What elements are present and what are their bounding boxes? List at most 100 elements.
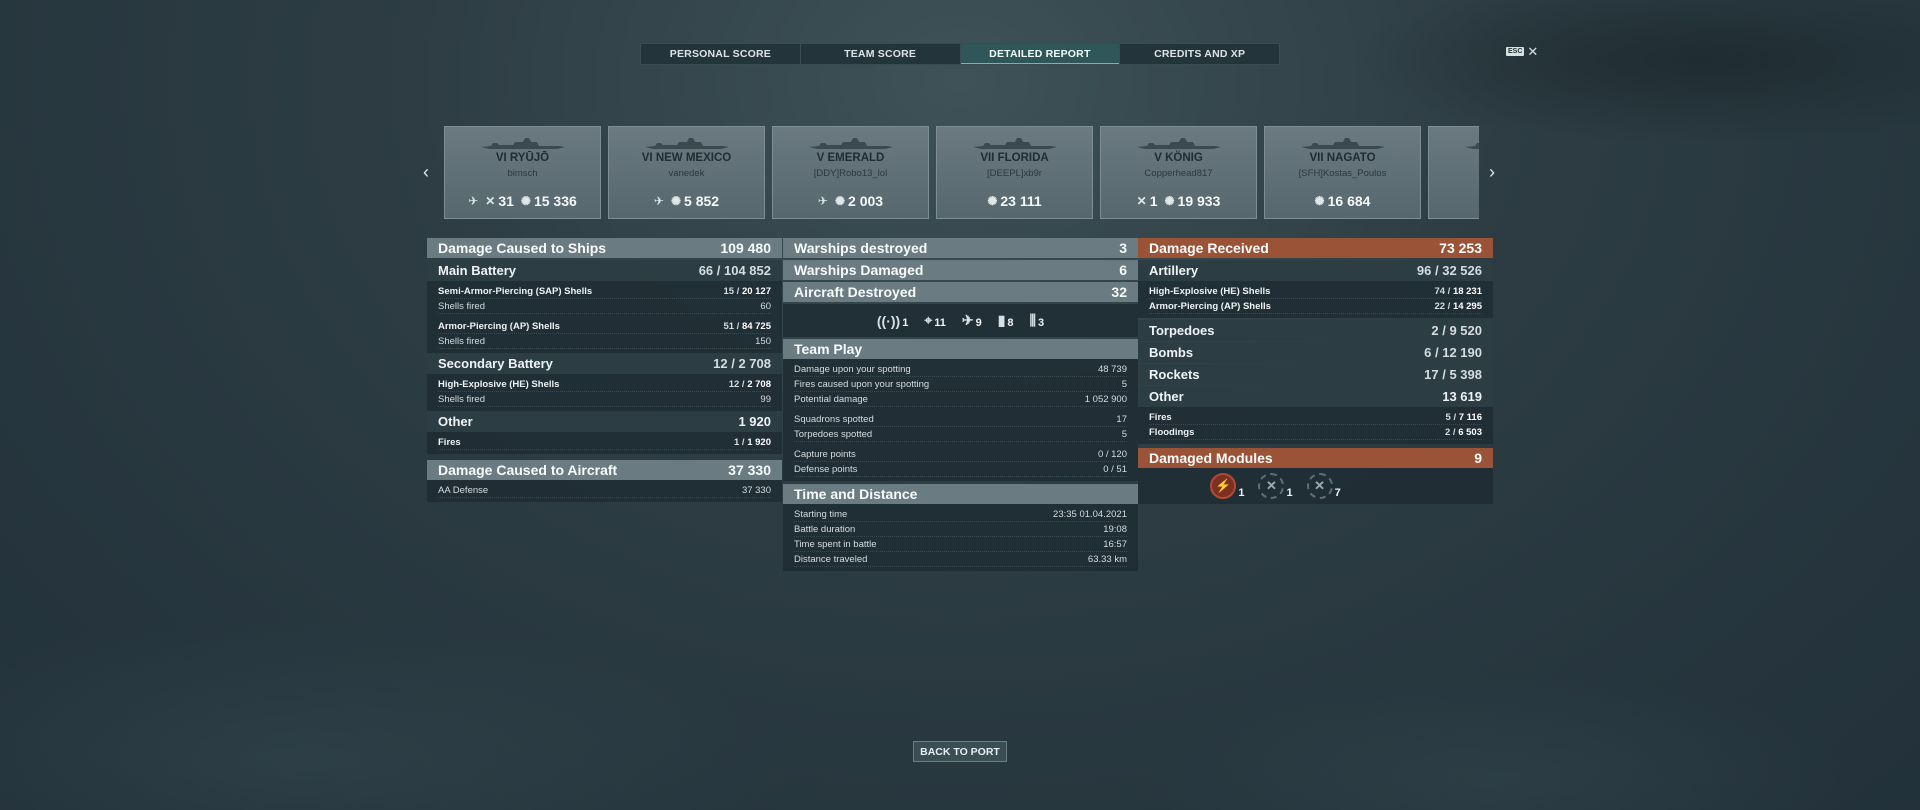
torpedoes-row: Torpedoes 2 / 9 520 <box>1138 320 1493 341</box>
damage-icon: ✺ <box>520 194 531 208</box>
turret-module-icon: ✕ <box>1306 473 1333 499</box>
ship-silhouette-icon <box>809 138 893 149</box>
ship-stat: ✺ 5 852 <box>671 193 719 209</box>
ship-stat-value: 15 336 <box>533 193 577 209</box>
stat-row: Potential damage 1 052 900 <box>794 392 1127 407</box>
other-damage-details: Fires 1 / 1 920 <box>427 432 782 454</box>
aircraft-icon: ✈ <box>653 194 664 208</box>
player-name: bimsch <box>507 168 538 179</box>
damaged-module: ✕ 7 <box>1306 473 1341 499</box>
damage-caused-panel: Damage Caused to Ships 109 480 Main Batt… <box>427 238 782 502</box>
stat-label: Starting time <box>794 508 848 520</box>
time-distance-header: Time and Distance <box>783 484 1138 504</box>
other-damage-row: Other 1 920 <box>427 411 782 432</box>
ribbon-count: 11 <box>934 317 946 329</box>
damage-icon: ✺ <box>670 194 682 208</box>
ship-stat: ✕ 1 <box>1137 193 1158 209</box>
ship-stat-value: 23 111 <box>1000 193 1042 209</box>
ribbon-count: 8 <box>1007 317 1014 329</box>
artillery-row: Artillery 96 / 32 526 <box>1138 260 1493 281</box>
stat-row: Squadrons spotted 17 <box>794 412 1127 427</box>
ship-stat: ✺ 15 336 <box>521 193 577 209</box>
team-play-header: Team Play <box>783 339 1138 359</box>
battle-summary-panel: Warships destroyed 3 Warships Damaged 6 Ai… <box>783 238 1138 571</box>
ribbon-count: 3 <box>1038 317 1045 329</box>
ship-silhouette-icon <box>1137 138 1221 149</box>
ship-card[interactable] <box>1428 126 1479 219</box>
damage-received-header: Damage Received 73 253 <box>1138 238 1493 258</box>
stat-value: 5 <box>1121 428 1127 440</box>
floodings-row: Floodings 2 / 6 503 <box>1149 425 1482 440</box>
ship-stats: ✕ 1 ✺ 19 933 <box>1107 193 1250 209</box>
carousel-prev-arrow[interactable]: ‹ <box>416 162 436 183</box>
secondary-battery-row: Secondary Battery 12 / 2 708 <box>427 353 782 374</box>
ship-name: VI RYŪJŌ <box>495 152 550 164</box>
ship-carousel: VI RYŪJŌ bimsch ✈ ✕ 31 ✺ 15 336 VI NEW MEXICO va… <box>444 126 1479 219</box>
fires-row: Fires 1 / 1 920 <box>438 435 771 450</box>
ship-silhouette-icon <box>645 138 729 149</box>
ship-name: VII FLORIDA <box>980 152 1049 164</box>
he-shells-row: High-Explosive (HE) Shells 12 / 2 708 <box>438 377 771 392</box>
close-button[interactable]: ESC ✕ <box>1506 45 1538 58</box>
ship-card[interactable]: VI NEW MEXICO vanedek ✈ ✺ 5 852 <box>608 126 765 219</box>
stat-value: 16:57 <box>1103 538 1127 550</box>
esc-key-icon: ESC <box>1506 47 1525 56</box>
ship-name: V KÖNIG <box>1154 152 1203 164</box>
ship-stat: ✺ 23 111 <box>987 193 1041 209</box>
ap-shells-row: Armor-Piercing (AP) Shells 51 / 84 725 <box>438 319 771 334</box>
stat-value: 63.33 km <box>1087 553 1127 565</box>
damaged-modules-row: ⚡ 1 ✕ 1 ✕ 7 <box>1138 468 1493 504</box>
stat-value: 17 <box>1116 413 1127 425</box>
plane-kill-icon: ✕ <box>485 194 496 208</box>
damage-aircraft-header: Damage Caused to Aircraft 37 330 <box>427 460 782 480</box>
ship-stats: ✈ ✺ 2 003 <box>779 193 922 209</box>
artillery-details: High-Explosive (HE) Shells 74 / 18 231 A… <box>1138 281 1493 318</box>
aa-defense-details: AA Defense 37 330 <box>427 480 782 502</box>
tab-team-score[interactable]: TEAM SCORE <box>800 44 961 64</box>
ribbon-item: ✈ 9 <box>962 312 982 329</box>
stat-label: Capture points <box>794 448 856 460</box>
ship-card[interactable]: V EMERALD [DDY]Robo13_lol ✈ ✺ 2 003 <box>772 126 929 219</box>
aa-defense-row: AA Defense 37 330 <box>438 483 771 498</box>
ship-stat-value: 16 684 <box>1327 193 1371 209</box>
back-to-port-button[interactable]: BACK TO PORT <box>913 741 1007 762</box>
damage-received-panel: Damage Received 73 253 Artillery 96 / 32 … <box>1138 238 1493 504</box>
stat-label: Time spent in battle <box>794 538 877 550</box>
stat-label: Torpedoes spotted <box>794 428 873 440</box>
ribbon-item: ((·)) 1 <box>877 313 908 329</box>
ship-stat-value: 5 852 <box>684 193 720 209</box>
received-other-details: Fires 5 / 7 116 Floodings 2 / 6 503 <box>1138 407 1493 444</box>
module-count: 1 <box>1238 487 1245 499</box>
aircraft-icon: ✈ <box>817 194 828 208</box>
tab-detailed-report[interactable]: DETAILED REPORT <box>960 44 1121 64</box>
damage-icon: ✺ <box>1164 194 1175 208</box>
damaged-module: ✕ 1 <box>1258 473 1293 499</box>
received-other-row: Other 13 619 <box>1138 386 1493 407</box>
ship-stats: ✺ 23 111 <box>943 193 1086 209</box>
carousel-next-arrow[interactable]: › <box>1482 162 1502 183</box>
ship-card[interactable]: VII FLORIDA [DEEPL]xb9r ✺ 23 111 <box>936 126 1093 219</box>
tab-personal-score[interactable]: PERSONAL SCORE <box>641 44 801 64</box>
ship-card[interactable]: VII NAGATO [SFH]Kostas_Poulos ✺ 16 684 <box>1264 126 1421 219</box>
ship-stat: ✺ 16 684 <box>1315 193 1371 209</box>
ship-stats: ✺ 16 684 <box>1271 193 1414 209</box>
steering-module-icon: ✕ <box>1258 473 1285 499</box>
ship-card[interactable]: VI RYŪJŌ bimsch ✈ ✕ 31 ✺ 15 336 <box>444 126 601 219</box>
tab-credits-xp[interactable]: CREDITS AND XP <box>1120 44 1279 64</box>
ship-stat: ✕ 31 <box>485 193 514 209</box>
stat-value: 19:08 <box>1103 523 1127 535</box>
ship-silhouette-icon <box>1465 143 1479 149</box>
ribbon-item: ⫼ 3 <box>1030 312 1045 329</box>
sap-shells-fired-row: Shells fired 60 <box>438 299 771 314</box>
time-distance-details: Starting time 23:35 01.04.2021 Battle dura… <box>783 504 1138 571</box>
stat-row: Damage upon your spotting 48 739 <box>794 362 1127 377</box>
plane-kill-icon: ✕ <box>1136 194 1147 208</box>
warships-destroyed-header: Warships destroyed 3 <box>783 238 1138 258</box>
crosshair-icon: ⌖ <box>924 312 933 328</box>
stat-row: Defense points 0 / 51 <box>794 462 1127 477</box>
plane-shot-icon: ✈ <box>961 312 974 328</box>
stat-row: Fires caused upon your spotting 5 <box>794 377 1127 392</box>
radio-icon: ((·)) <box>876 312 901 329</box>
rocket-icon: ⫼ <box>1029 312 1036 328</box>
ship-card[interactable]: V KÖNIG Copperhead817 ✕ 1 ✺ 19 933 <box>1100 126 1257 219</box>
